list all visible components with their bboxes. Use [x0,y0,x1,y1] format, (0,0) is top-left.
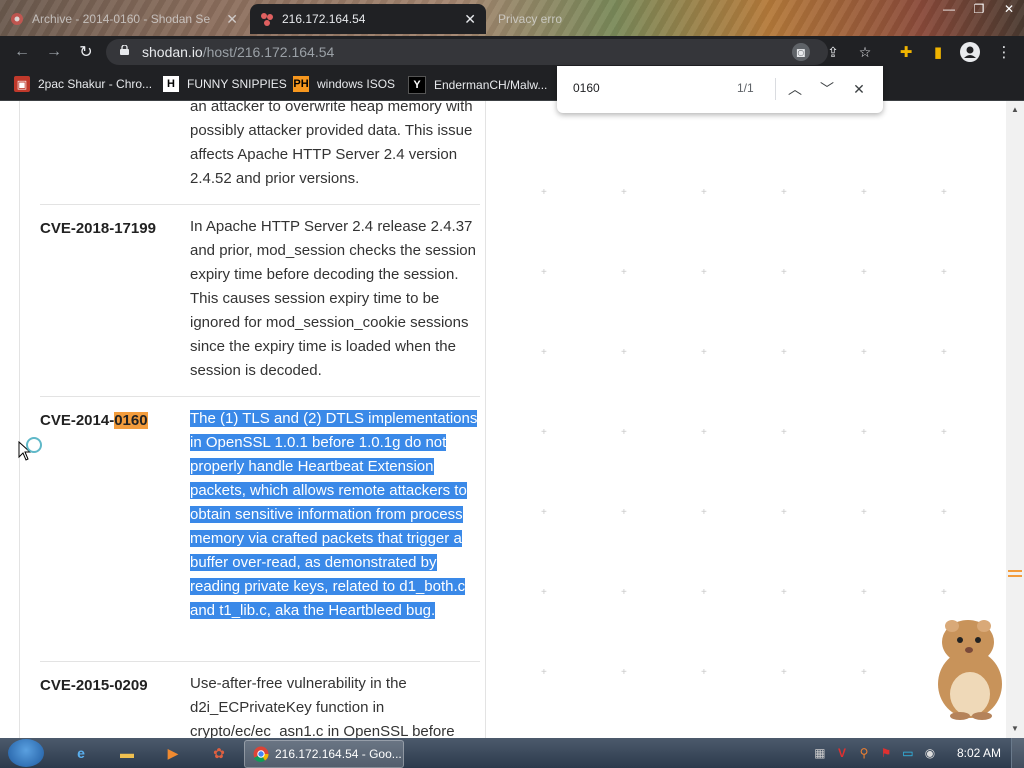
url-text: shodan.io/host/216.172.164.54 [142,44,334,60]
find-input[interactable]: 0160 [573,81,600,95]
vuln-description: In Apache HTTP Server 2.4 release 2.4.37… [190,218,476,379]
maximize-icon[interactable]: ❐ [964,0,994,18]
chevron-up-icon[interactable]: ︿ [785,79,805,99]
chevron-down-icon[interactable]: ﹀ [817,79,837,99]
find-bar: 0160 1/1 ︿ ﹀ ✕ [557,66,883,113]
tray-search-icon[interactable]: ⚲ [855,744,873,762]
find-result-count: 1/1 [737,81,754,95]
shodan-favicon-icon [260,12,274,26]
minimize-icon[interactable]: — [934,0,964,18]
find-match-highlight: 0160 [114,412,148,429]
share-icon[interactable]: ⇪ [824,43,842,61]
bookmark-item-endermanch[interactable]: Y EndermanCH/Malw... [408,76,547,94]
action-center-flag-icon[interactable]: ⚑ [877,744,895,762]
vulnerabilities-table: an attacker to overwrite heap memory wit… [19,101,486,738]
bookmark-label: FUNNY SNIPPIES [187,77,287,91]
network-monitor-icon[interactable]: ▭ [899,744,917,762]
page-viewport: + + + + + + + + + + + + + + + + + + + + + + + + + + + + + + + + + + +… [0,101,1024,738]
tab-title: Archive - 2014-0160 - Shodan Se [32,12,211,26]
media-player-icon[interactable]: ▶ [158,741,188,765]
find-result-marker [1008,575,1022,577]
bookmark-icon: ▣ [14,76,30,92]
cve-id-link[interactable]: CVE-2015-0209 [40,677,148,694]
divider [775,78,776,100]
table-row: CVE-2015-0209 Use-after-free vulnerabili… [40,661,480,738]
bookmark-label: EndermanCH/Malw... [434,78,548,92]
vuln-description: an attacker to overwrite heap memory wit… [190,101,473,187]
ph-site-icon: PH [293,76,309,92]
paint-app-icon[interactable]: ✿ [204,741,234,765]
internet-explorer-icon[interactable]: e [66,741,96,765]
bookmark-item-funny-snippies[interactable]: H FUNNY SNIPPIES [163,76,287,92]
extensions-puzzle-icon[interactable]: ✚ [896,42,916,62]
table-row: an attacker to overwrite heap memory wit… [40,101,480,205]
busy-spinner-icon [26,437,42,453]
close-tab-icon[interactable]: ✕ [464,11,476,28]
taskbar-clock[interactable]: 8:02 AM [957,746,1001,760]
windows-taskbar: e ▬ ▶ ✿ 216.172.164.54 - Goo... ▦ V ⚲ ⚑ … [0,738,1024,768]
bookmark-label: 2pac Shakur - Chro... [38,77,153,91]
reload-icon[interactable]: ↻ [76,42,96,62]
window-controls: — ❐ ✕ [934,0,1024,20]
url-path: /host/216.172.164.54 [202,44,335,60]
close-tab-icon[interactable]: ✕ [226,11,238,28]
bookmark-star-icon[interactable]: ☆ [856,43,874,61]
find-in-page-icon[interactable]: ◙ [792,43,810,61]
close-window-icon[interactable]: ✕ [994,0,1024,18]
browser-toolbar: ← → ↻ shodan.io/host/216.172.164.54 ◙ ⇪ … [0,36,1024,68]
find-result-marker [1008,570,1022,572]
lock-icon [120,45,129,55]
tray-app-icon[interactable]: ▦ [811,744,829,762]
side-panel-icon[interactable]: ▮ [928,42,948,62]
task-title: 216.172.164.54 - Goo... [275,747,402,761]
tab-strip: Archive - 2014-0160 - Shodan Se ✕ 216.17… [0,0,1024,36]
back-arrow-icon[interactable]: ← [12,42,32,62]
system-tray: ▦ V ⚲ ⚑ ▭ ◉ 8:02 AM [809,738,1024,768]
tab-active-host[interactable]: 216.172.164.54 ✕ [250,4,486,34]
cve-id-link[interactable]: CVE-2014-0160 [40,412,148,429]
cve-id-prefix: CVE-2014- [40,412,115,429]
table-row: CVE-2018-17199 In Apache HTTP Server 2.4… [40,204,480,397]
h-site-icon: H [163,76,179,92]
volume-icon[interactable]: ◉ [921,744,939,762]
cve-id-link[interactable]: CVE-2018-17199 [40,220,156,237]
hamster-mascot-icon [938,620,1002,720]
close-icon[interactable]: ✕ [849,79,869,99]
shodan-favicon-icon [10,12,24,26]
tab-shodan-archive[interactable]: Archive - 2014-0160 - Shodan Se ✕ [0,4,248,34]
menu-kebab-icon[interactable]: ⋮ [994,42,1014,62]
y-site-icon: Y [408,76,426,94]
tab-title: 216.172.164.54 [282,12,366,26]
tray-v-icon[interactable]: V [833,744,851,762]
bookmark-item-2pac[interactable]: ▣ 2pac Shakur - Chro... [14,76,152,92]
tab-title: Privacy erro [498,12,563,26]
vuln-description-selected: The (1) TLS and (2) DTLS implementations… [190,407,480,623]
forward-arrow-icon[interactable]: → [44,42,64,62]
bookmark-label: windows ISOS [317,77,396,91]
selected-text: The (1) TLS and (2) DTLS implementations… [190,410,478,619]
file-explorer-folder-icon[interactable]: ▬ [112,741,142,765]
taskbar-chrome-window[interactable]: 216.172.164.54 - Goo... [244,740,404,768]
chrome-icon [253,746,269,762]
profile-avatar-icon[interactable] [960,42,980,62]
table-row: CVE-2014-0160 The (1) TLS and (2) DTLS i… [40,396,480,662]
url-host: shodan.io [142,44,203,60]
start-button-windows-icon[interactable] [8,739,44,767]
show-desktop-button[interactable] [1011,738,1024,768]
scroll-down-icon[interactable]: ▼ [1010,724,1020,734]
vuln-description: Use-after-free vulnerability in the d2i_… [190,675,455,738]
bookmark-item-windows-isos[interactable]: PH windows ISOS [293,76,395,92]
address-bar[interactable]: shodan.io/host/216.172.164.54 ◙ ⇪ ☆ [106,39,871,65]
tab-privacy-error[interactable]: Privacy erro [488,4,568,34]
scroll-up-icon[interactable]: ▲ [1010,105,1020,115]
